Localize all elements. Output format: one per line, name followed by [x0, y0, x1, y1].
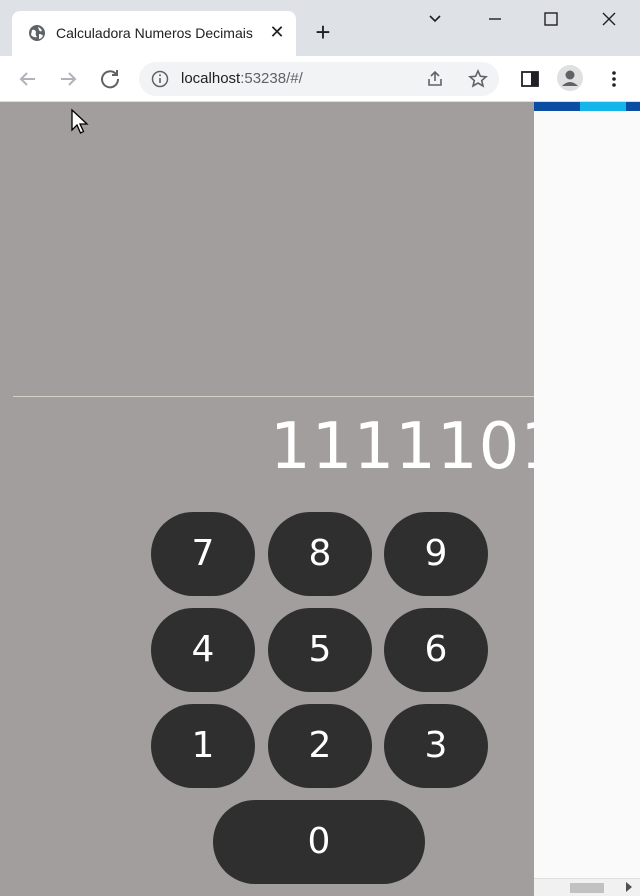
key-5[interactable]: 5: [268, 608, 372, 692]
scrollbar-thumb[interactable]: [570, 883, 604, 893]
tab-title: Calculadora Numeros Decimais: [56, 25, 253, 41]
url-text[interactable]: localhost:53238/#/: [181, 70, 303, 87]
key-3[interactable]: 3: [384, 704, 488, 788]
browser-toolbar: localhost:53238/#/: [0, 56, 640, 102]
star-icon[interactable]: [467, 68, 489, 90]
key-8[interactable]: 8: [268, 512, 372, 596]
browser-tab[interactable]: Calculadora Numeros Decimais ✕: [12, 11, 296, 56]
key-2[interactable]: 2: [268, 704, 372, 788]
url-path: :53238/#/: [240, 70, 303, 87]
key-0[interactable]: 0: [213, 800, 425, 884]
kebab-menu-icon[interactable]: [600, 65, 628, 93]
display-divider: [13, 396, 534, 397]
url-host: localhost: [181, 70, 241, 87]
minimize-icon[interactable]: [484, 8, 506, 30]
close-icon[interactable]: ✕: [268, 23, 286, 41]
profile-glyph: [562, 70, 578, 86]
calculator-display: 11111010: [270, 410, 534, 484]
mouse-cursor-icon: [71, 108, 89, 134]
key-9[interactable]: 9: [384, 512, 488, 596]
side-panel-icon[interactable]: [516, 65, 544, 93]
horizontal-scrollbar[interactable]: [534, 878, 640, 896]
chevron-down-icon[interactable]: [424, 8, 446, 30]
forward-arrow-icon[interactable]: [54, 65, 82, 93]
key-6[interactable]: 6: [384, 608, 488, 692]
info-icon[interactable]: [151, 70, 169, 88]
overflow-area: [534, 102, 640, 896]
page-viewport: 11111010 7 8 9 4 5 6 1 2 3 0: [0, 102, 640, 896]
globe-icon: [29, 25, 45, 41]
share-icon[interactable]: [425, 69, 445, 89]
accent-strip-dark: [534, 102, 580, 111]
address-bar[interactable]: localhost:53238/#/: [139, 62, 499, 96]
key-1[interactable]: 1: [151, 704, 255, 788]
reload-icon[interactable]: [96, 65, 124, 93]
accent-strip-light: [580, 102, 626, 111]
tab-strip: Calculadora Numeros Decimais ✕ +: [0, 0, 640, 56]
calculator-app: 11111010 7 8 9 4 5 6 1 2 3 0: [0, 102, 534, 896]
maximize-icon[interactable]: [540, 8, 562, 30]
plus-icon[interactable]: +: [310, 19, 336, 46]
back-arrow-icon[interactable]: [14, 65, 42, 93]
key-7[interactable]: 7: [151, 512, 255, 596]
accent-strip-dark-end: [626, 102, 640, 111]
key-4[interactable]: 4: [151, 608, 255, 692]
scroll-right-arrow-icon[interactable]: [626, 882, 632, 892]
window-close-icon[interactable]: [598, 8, 620, 30]
profile-icon[interactable]: [557, 65, 583, 91]
